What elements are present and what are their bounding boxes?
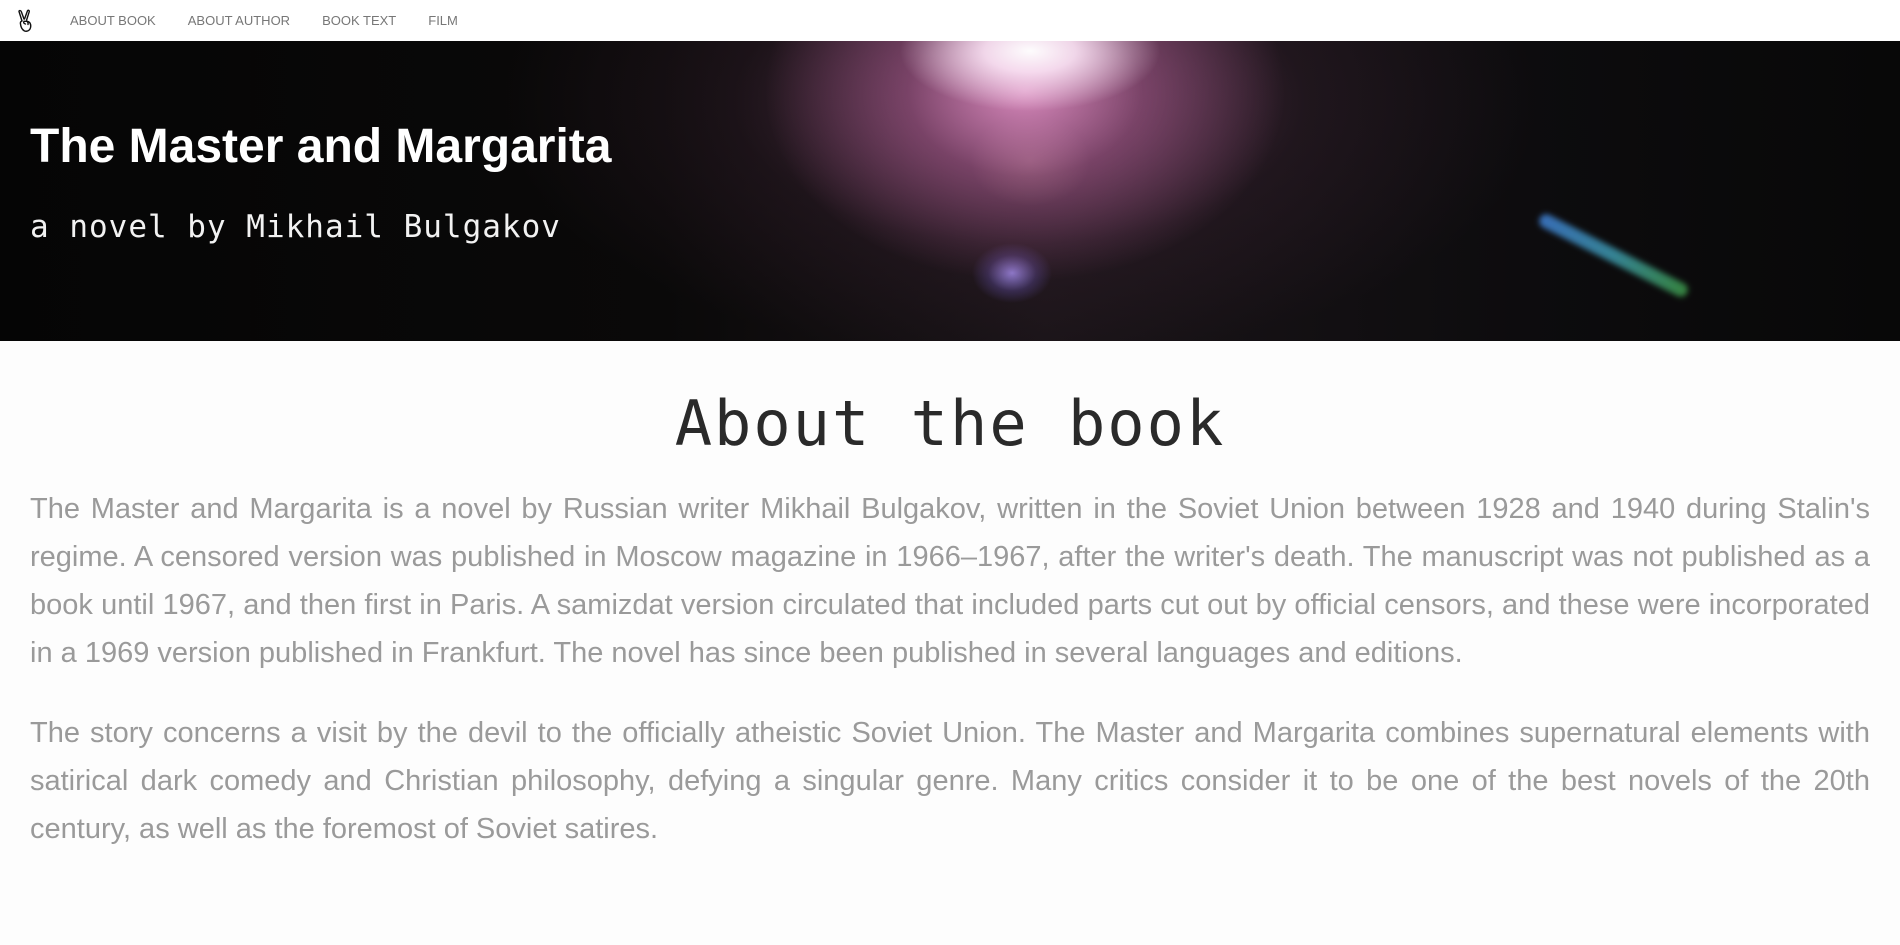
hero-banner: The Master and Margarita a novel by Mikh… (0, 41, 1900, 341)
brand-logo-link[interactable] (0, 0, 70, 41)
top-navbar: ABOUT BOOK ABOUT AUTHOR BOOK TEXT FILM (0, 0, 1900, 41)
about-book-section: About the book The Master and Margarita … (0, 341, 1900, 853)
nav-link-about-book[interactable]: ABOUT BOOK (70, 0, 156, 41)
hero-title: The Master and Margarita (30, 120, 612, 173)
nav-link-book-text[interactable]: BOOK TEXT (322, 0, 396, 41)
about-paragraph-2: The story concerns a visit by the devil … (30, 717, 1870, 845)
section-heading: About the book (674, 387, 1226, 460)
hero-subtitle: a novel by Mikhail Bulgakov (30, 209, 561, 245)
nav-links: ABOUT BOOK ABOUT AUTHOR BOOK TEXT FILM (70, 0, 490, 41)
nav-link-film[interactable]: FILM (428, 0, 458, 41)
hero-background-image (0, 41, 1900, 341)
about-paragraph-1: The Master and Margarita is a novel by R… (30, 493, 1870, 669)
victory-hand-icon (16, 9, 34, 33)
nav-link-about-author[interactable]: ABOUT AUTHOR (188, 0, 290, 41)
